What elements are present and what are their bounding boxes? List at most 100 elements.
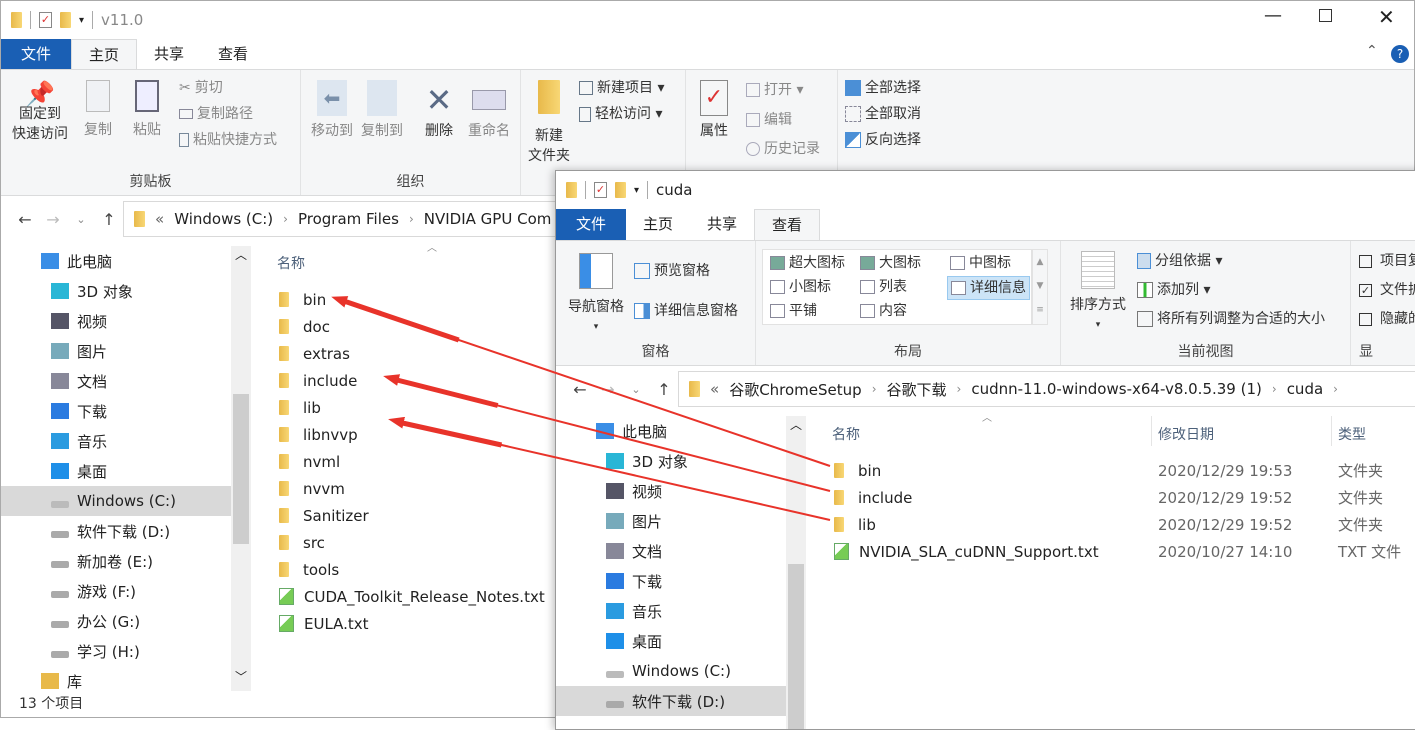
- size-all-columns-button[interactable]: 将所有列调整为合适的大小: [1137, 309, 1325, 329]
- back-button[interactable]: ←: [11, 210, 39, 229]
- copy-path-button[interactable]: 复制路径: [179, 104, 253, 124]
- nav-item[interactable]: 图片: [556, 506, 786, 536]
- checkbox-unchecked[interactable]: [1359, 312, 1372, 326]
- scroll-up-icon[interactable]: ︿: [235, 246, 247, 263]
- file-row[interactable]: NVIDIA_SLA_cuDNN_Support.txt 2020/10/27 1…: [834, 538, 1414, 565]
- add-columns-button[interactable]: 添加列 ▾: [1137, 280, 1210, 300]
- nav-item[interactable]: Windows (C:): [556, 656, 786, 686]
- nav-item[interactable]: 此电脑: [1, 246, 231, 276]
- column-header-date[interactable]: 修改日期: [1158, 424, 1214, 444]
- nav-item[interactable]: 音乐: [1, 426, 231, 456]
- nav-item[interactable]: Windows (C:): [1, 486, 231, 516]
- delete-button[interactable]: ✕ 删除: [419, 80, 459, 141]
- file-row[interactable]: lib: [279, 394, 321, 421]
- nav-item[interactable]: 3D 对象: [556, 446, 786, 476]
- scroll-up-icon[interactable]: ︿: [790, 416, 802, 433]
- show-checkbox-option[interactable]: ✓ 文件扩: [1359, 280, 1415, 300]
- group-by-button[interactable]: 分组依据 ▾: [1137, 251, 1222, 271]
- nav-scrollbar[interactable]: ︿ ﹀: [231, 246, 251, 691]
- tab-file[interactable]: 文件: [1, 39, 72, 69]
- layout-option[interactable]: 平铺: [767, 300, 820, 322]
- file-row[interactable]: include: [279, 367, 357, 394]
- new-folder-quick-icon[interactable]: [60, 12, 71, 28]
- layout-option[interactable]: 超大图标: [767, 252, 848, 274]
- nav-item[interactable]: 视频: [556, 476, 786, 506]
- customize-toolbar-icon[interactable]: ▾: [634, 185, 639, 196]
- nav-item[interactable]: 新加卷 (E:): [1, 546, 231, 576]
- properties-button[interactable]: ✓ 属性: [694, 80, 734, 141]
- file-row[interactable]: lib 2020/12/29 19:52 文件夹: [834, 511, 1414, 538]
- file-row[interactable]: bin 2020/12/29 19:53 文件夹: [834, 457, 1414, 484]
- file-row[interactable]: doc: [279, 313, 330, 340]
- nav-item[interactable]: 文档: [1, 366, 231, 396]
- checkbox-unchecked[interactable]: [1359, 254, 1372, 268]
- recent-locations-button[interactable]: ⌄: [622, 383, 650, 396]
- preview-pane-button[interactable]: 预览窗格: [634, 261, 710, 281]
- breadcrumb-item[interactable]: Windows (C:): [174, 210, 273, 228]
- show-checkbox-option[interactable]: 项目复: [1359, 251, 1415, 271]
- layout-option[interactable]: 小图标: [767, 276, 834, 298]
- breadcrumb-item[interactable]: NVIDIA GPU Com: [424, 210, 552, 228]
- new-folder-quick-icon[interactable]: [615, 182, 626, 198]
- customize-toolbar-icon[interactable]: ▾: [79, 15, 84, 26]
- nav-item[interactable]: 3D 对象: [1, 276, 231, 306]
- file-row[interactable]: nvml: [279, 448, 340, 475]
- easy-access-button[interactable]: 轻松访问 ▾: [579, 104, 662, 124]
- layout-option[interactable]: 大图标: [857, 252, 924, 274]
- copy-to-button[interactable]: 复制到: [357, 80, 407, 141]
- tab-share[interactable]: 共享: [137, 39, 201, 69]
- details-pane-button[interactable]: 详细信息窗格: [634, 301, 738, 321]
- file-row[interactable]: include 2020/12/29 19:52 文件夹: [834, 484, 1414, 511]
- column-header-name[interactable]: 名称: [277, 253, 305, 273]
- file-row[interactable]: bin: [279, 286, 326, 313]
- rename-button[interactable]: 重命名: [464, 80, 514, 141]
- nav-item[interactable]: 下载: [556, 566, 786, 596]
- move-to-button[interactable]: ⬅ 移动到: [307, 80, 357, 141]
- layout-option[interactable]: 内容: [857, 300, 910, 322]
- help-icon[interactable]: ?: [1391, 45, 1409, 63]
- paste-button[interactable]: 粘贴: [129, 80, 165, 140]
- nav-item[interactable]: 软件下载 (D:): [1, 516, 231, 546]
- nav-item[interactable]: 库: [1, 666, 231, 696]
- nav-item[interactable]: 音乐: [556, 596, 786, 626]
- show-checkbox-option[interactable]: 隐藏的: [1359, 309, 1415, 329]
- new-folder-button[interactable]: 新建 文件夹: [527, 80, 571, 166]
- up-button[interactable]: ↑: [650, 380, 678, 399]
- breadcrumb-item[interactable]: cuda: [1287, 380, 1323, 398]
- invert-selection-button[interactable]: 反向选择: [845, 130, 921, 150]
- close-button[interactable]: ✕: [1378, 5, 1395, 29]
- copy-button[interactable]: 复制: [81, 80, 115, 140]
- sort-by-button[interactable]: 排序方式 ▾: [1065, 251, 1131, 335]
- select-none-button[interactable]: 全部取消: [845, 104, 921, 124]
- forward-button[interactable]: →: [594, 380, 622, 399]
- open-button[interactable]: 打开 ▾: [746, 80, 803, 100]
- file-row[interactable]: tools: [279, 556, 339, 583]
- tab-view[interactable]: 查看: [754, 209, 821, 240]
- file-row[interactable]: Sanitizer: [279, 502, 369, 529]
- layout-option[interactable]: 列表: [857, 276, 910, 298]
- file-row[interactable]: src: [279, 529, 325, 556]
- properties-quick-icon[interactable]: ✓: [594, 182, 607, 198]
- nav-item[interactable]: 文档: [556, 536, 786, 566]
- scroll-down-icon[interactable]: ﹀: [235, 668, 247, 685]
- nav-item[interactable]: 图片: [1, 336, 231, 366]
- edit-button[interactable]: 编辑: [746, 110, 792, 130]
- tab-view[interactable]: 查看: [201, 39, 265, 69]
- expand-ribbon-icon[interactable]: ⌃: [1366, 43, 1378, 59]
- navigation-pane-button[interactable]: 导航窗格 ▾: [564, 253, 628, 337]
- checkbox-checked[interactable]: ✓: [1359, 283, 1372, 297]
- file-row[interactable]: nvvm: [279, 475, 345, 502]
- nav-item[interactable]: 游戏 (F:): [1, 576, 231, 606]
- cut-button[interactable]: ✂ 剪切: [179, 78, 223, 98]
- column-header-name[interactable]: 名称: [832, 424, 860, 444]
- scrollbar-thumb[interactable]: [233, 394, 249, 544]
- scrollbar-thumb[interactable]: [788, 564, 804, 729]
- tab-home[interactable]: 主页: [71, 39, 138, 69]
- nav-item[interactable]: 桌面: [1, 456, 231, 486]
- nav-item[interactable]: 此电脑: [556, 416, 786, 446]
- new-item-button[interactable]: 新建项目 ▾: [579, 78, 664, 98]
- gallery-scroll[interactable]: ▲ ▼ ≡: [1032, 249, 1048, 325]
- nav-item[interactable]: 下载: [1, 396, 231, 426]
- layout-option[interactable]: 详细信息: [947, 276, 1030, 300]
- tab-home[interactable]: 主页: [626, 209, 690, 240]
